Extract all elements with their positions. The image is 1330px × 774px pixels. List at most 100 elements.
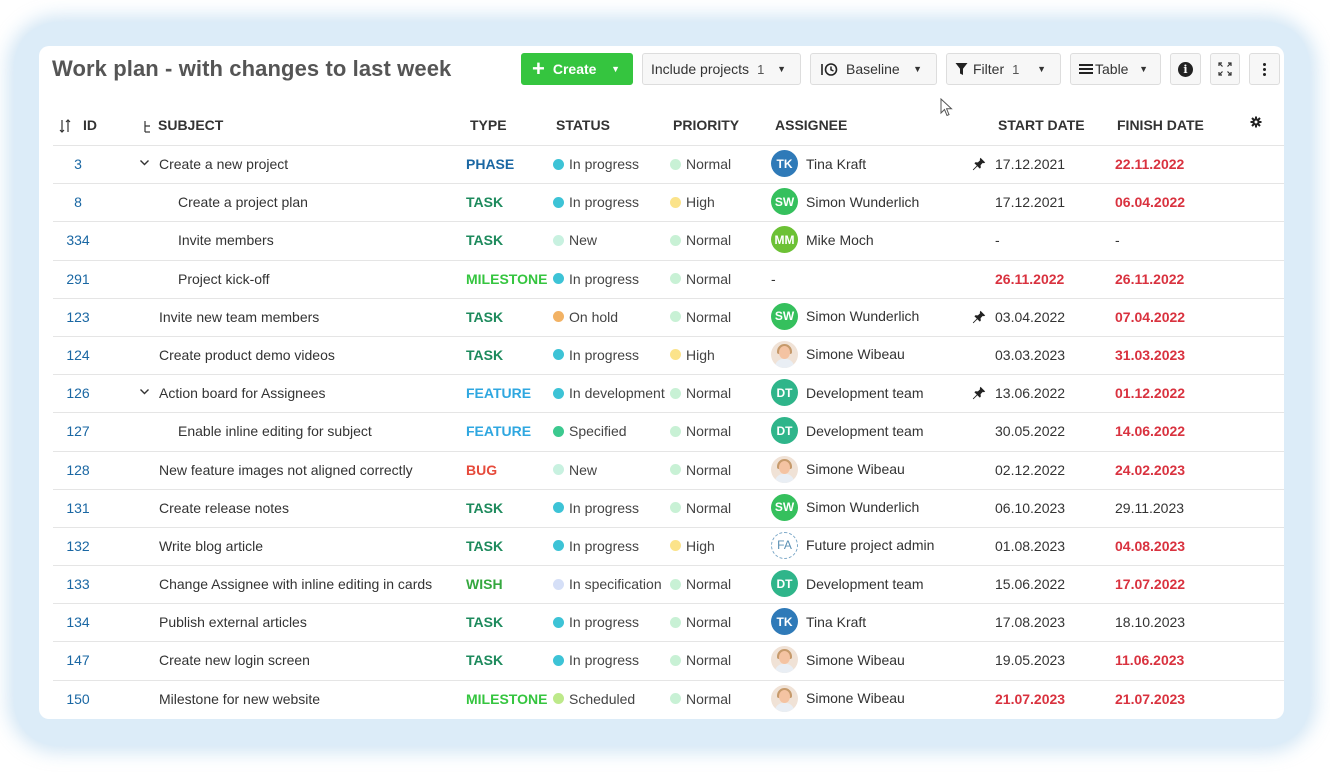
assignee-cell[interactable]: Simone Wibeau [771,340,905,368]
priority-cell[interactable]: Normal [670,576,731,592]
subject-cell[interactable]: Create a project plan [178,194,308,210]
table-row[interactable]: 123 Invite new team members TASK On hold Nor… [53,297,1284,336]
priority-cell[interactable]: High [670,538,715,554]
table-row[interactable]: 134 Publish external articles TASK In progr… [53,603,1284,641]
fullscreen-button[interactable] [1210,53,1240,85]
table-row[interactable]: 147 Create new login screen TASK In progres… [53,641,1284,679]
start-date-cell[interactable]: 17.08.2023 [995,614,1065,630]
subject-cell[interactable]: Publish external articles [159,614,307,630]
start-date-cell[interactable]: 02.12.2022 [995,462,1065,478]
subject-cell[interactable]: Milestone for new website [159,691,320,707]
type-cell[interactable]: TASK [466,347,503,363]
assignee-cell[interactable]: SW Simon Wunderlich [771,188,919,216]
start-date-cell[interactable]: - [995,232,1000,248]
table-row[interactable]: 127 Enable inline editing for subject FEAT… [53,412,1284,450]
assignee-cell[interactable]: DT Development team [771,417,924,445]
column-header-type[interactable]: TYPE [470,117,507,133]
work-package-id-link[interactable]: 132 [53,538,103,554]
priority-cell[interactable]: Normal [670,614,731,630]
column-header-finish-date[interactable]: FINISH DATE [1117,117,1204,133]
priority-cell[interactable]: Normal [670,309,731,325]
table-row[interactable]: 3 Create a new project PHASE In progress Nor… [53,145,1284,183]
start-date-cell[interactable]: 26.11.2022 [995,271,1064,287]
work-package-id-link[interactable]: 127 [53,423,103,439]
type-cell[interactable]: BUG [466,462,497,478]
assignee-cell[interactable]: Simone Wibeau [771,646,905,674]
status-cell[interactable]: In progress [553,500,639,516]
assignee-cell[interactable]: TK Tina Kraft [771,150,866,177]
start-date-cell[interactable]: 17.12.2021 [995,194,1065,210]
work-package-id-link[interactable]: 131 [53,500,103,516]
start-date-cell[interactable]: 17.12.2021 [995,156,1065,172]
table-row[interactable]: 8 Create a project plan TASK In progress Hig… [53,183,1284,221]
type-cell[interactable]: MILESTONE [466,271,547,287]
baseline-button[interactable]: Baseline ▼ [810,53,937,85]
subject-cell[interactable]: Create release notes [159,500,289,516]
assignee-cell[interactable]: TK Tina Kraft [771,608,866,636]
assignee-cell[interactable]: Simone Wibeau [771,684,905,712]
finish-date-cell[interactable]: 17.07.2022 [1115,576,1185,592]
start-date-cell[interactable]: 03.03.2023 [995,347,1065,363]
finish-date-cell[interactable]: 31.03.2023 [1115,347,1185,363]
column-header-start-date[interactable]: START DATE [998,117,1085,133]
assignee-cell[interactable]: - [771,265,776,287]
subject-cell[interactable]: Project kick-off [178,271,270,287]
finish-date-cell[interactable]: 06.04.2022 [1115,194,1185,210]
type-cell[interactable]: TASK [466,232,503,248]
table-row[interactable]: 126 Action board for Assignees FEATURE In d… [53,374,1284,412]
priority-cell[interactable]: Normal [670,271,731,287]
work-package-id-link[interactable]: 124 [53,347,103,363]
table-row[interactable]: 150 Milestone for new website MILESTONE Sch… [53,679,1284,718]
work-package-id-link[interactable]: 334 [53,232,103,248]
work-package-id-link[interactable]: 150 [53,691,103,707]
type-cell[interactable]: TASK [466,538,503,554]
column-header-id[interactable]: ID [83,117,97,133]
work-package-id-link[interactable]: 123 [53,309,103,325]
subject-cell[interactable]: Invite members [178,232,274,248]
work-package-id-link[interactable]: 134 [53,614,103,630]
work-package-id-link[interactable]: 147 [53,652,103,668]
column-header-status[interactable]: STATUS [556,117,610,133]
subject-cell[interactable]: Invite new team members [159,309,319,325]
type-cell[interactable]: TASK [466,500,503,516]
status-cell[interactable]: On hold [553,309,618,325]
table-row[interactable]: 334 Invite members TASK New Normal MM Mike Moc… [53,221,1284,259]
assignee-cell[interactable]: DT Development team [771,379,924,407]
table-row[interactable]: 128 New feature images not aligned correc… [53,450,1284,489]
finish-date-cell[interactable]: 18.10.2023 [1115,614,1185,630]
status-cell[interactable]: New [553,462,597,478]
finish-date-cell[interactable]: 21.07.2023 [1115,691,1185,707]
table-row[interactable]: 133 Change Assignee with inline editing i… [53,565,1284,603]
priority-cell[interactable]: Normal [670,156,731,172]
assignee-cell[interactable]: MM Mike Moch [771,226,874,254]
subject-cell[interactable]: Create product demo videos [159,347,335,363]
priority-cell[interactable]: Normal [670,385,731,401]
table-row[interactable]: 131 Create release notes TASK In progress No… [53,488,1284,527]
finish-date-cell[interactable]: 29.11.2023 [1115,500,1184,516]
status-cell[interactable]: Specified [553,423,627,439]
more-actions-button[interactable] [1249,53,1280,85]
subject-cell[interactable]: Create new login screen [159,652,310,668]
priority-cell[interactable]: Normal [670,500,731,516]
type-cell[interactable]: TASK [466,652,503,668]
start-date-cell[interactable]: 01.08.2023 [995,538,1065,554]
type-cell[interactable]: FEATURE [466,385,531,401]
table-row[interactable]: 291 Project kick-off MILESTONE In progress N… [53,259,1284,298]
start-date-cell[interactable]: 19.05.2023 [995,652,1065,668]
status-cell[interactable]: In progress [553,538,639,554]
create-button[interactable]: + Create ▼ [521,53,633,85]
start-date-cell[interactable]: 13.06.2022 [995,385,1065,401]
work-package-id-link[interactable]: 128 [53,462,103,478]
sort-icon[interactable] [59,119,71,133]
hierarchy-icon[interactable] [143,120,152,133]
start-date-cell[interactable]: 15.06.2022 [995,576,1065,592]
subject-cell[interactable]: Change Assignee with inline editing in c… [159,576,432,592]
finish-date-cell[interactable]: 04.08.2023 [1115,538,1185,554]
priority-cell[interactable]: Normal [670,423,731,439]
priority-cell[interactable]: Normal [670,652,731,668]
chevron-down-icon[interactable] [139,386,150,397]
table-row[interactable]: 132 Write blog article TASK In progress High… [53,526,1284,565]
type-cell[interactable]: TASK [466,614,503,630]
start-date-cell[interactable]: 06.10.2023 [995,500,1065,516]
work-package-id-link[interactable]: 8 [53,194,103,210]
